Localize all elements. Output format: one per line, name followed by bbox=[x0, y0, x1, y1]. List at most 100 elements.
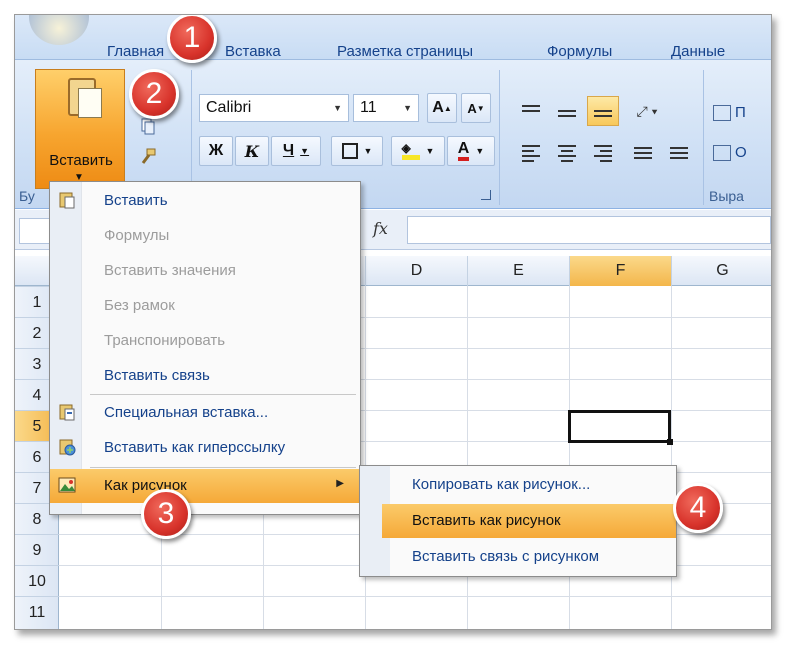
column-header-g[interactable]: G bbox=[671, 256, 771, 286]
menu-item-paste[interactable]: Вставить bbox=[50, 184, 360, 218]
grow-font-button[interactable]: A ▲ bbox=[427, 93, 457, 123]
picture-submenu: Копировать как рисунок... Вставить как р… bbox=[359, 465, 677, 577]
merge-button[interactable]: О bbox=[713, 144, 747, 162]
callout-4: 4 bbox=[673, 483, 723, 533]
row-header[interactable]: 9 bbox=[15, 534, 59, 565]
underline-label: Ч bbox=[282, 142, 295, 159]
italic-button[interactable]: К bbox=[235, 136, 269, 166]
submenu-item-label: Вставить как рисунок bbox=[412, 512, 561, 529]
shrink-font-label: A bbox=[467, 100, 477, 116]
tab-page-layout[interactable]: Разметка страницы bbox=[337, 43, 473, 60]
align-top-icon[interactable] bbox=[515, 96, 547, 126]
group-separator bbox=[499, 70, 500, 205]
menu-item-label: Вставить bbox=[104, 192, 168, 209]
borders-icon bbox=[341, 143, 358, 159]
column-header-d[interactable]: D bbox=[365, 256, 467, 286]
paste-button-label: Вставить bbox=[49, 152, 113, 169]
wrap-text-icon bbox=[713, 105, 731, 122]
submenu-item-paste-as-picture[interactable]: Вставить как рисунок bbox=[382, 504, 676, 538]
active-cell-f5[interactable] bbox=[568, 410, 673, 445]
align-right-icon[interactable] bbox=[587, 138, 619, 168]
borders-button[interactable]: ▼ bbox=[331, 136, 383, 166]
grow-font-label: A bbox=[432, 99, 444, 116]
align-center-icon[interactable] bbox=[551, 138, 583, 168]
align-left-icon[interactable] bbox=[515, 138, 547, 168]
picture-icon bbox=[58, 476, 76, 494]
font-name-box[interactable]: Calibri ▼ bbox=[199, 94, 349, 122]
menu-item-label: Транспонировать bbox=[104, 332, 226, 349]
row-header[interactable]: 10 bbox=[15, 565, 59, 596]
fill-color-button[interactable]: ◈ ▼ bbox=[391, 136, 445, 166]
bold-button[interactable]: Ж bbox=[199, 136, 233, 166]
italic-label: К bbox=[244, 141, 260, 161]
submenu-item-label: Вставить связь с рисунком bbox=[412, 548, 600, 565]
paste-button[interactable]: Вставить ▼ bbox=[35, 69, 125, 189]
chevron-down-icon: ▼ bbox=[333, 103, 342, 113]
tab-data[interactable]: Данные bbox=[671, 43, 725, 60]
paste-dropdown-menu: Вставить Формулы Вставить значения Без р… bbox=[49, 181, 361, 515]
menu-separator bbox=[90, 394, 356, 395]
decrease-indent-icon[interactable] bbox=[627, 138, 659, 168]
chevron-down-icon: ▼ bbox=[403, 103, 412, 113]
column-header-e[interactable]: E bbox=[467, 256, 569, 286]
row-header[interactable]: 11 bbox=[15, 596, 59, 627]
submenu-item-paste-picture-link[interactable]: Вставить связь с рисунком bbox=[382, 540, 676, 574]
menu-item-label: Вставить как гиперссылку bbox=[104, 439, 286, 456]
font-name-value: Calibri bbox=[206, 99, 252, 116]
office-button[interactable] bbox=[29, 15, 89, 45]
alignment-group-label: Выра bbox=[709, 188, 744, 204]
grid-line bbox=[671, 286, 672, 629]
menu-item-paste-link[interactable]: Вставить связь bbox=[50, 359, 360, 393]
paste-sheet-icon bbox=[78, 88, 102, 118]
group-separator bbox=[703, 70, 704, 205]
callout-3: 3 bbox=[141, 489, 191, 539]
menu-item-formulas: Формулы bbox=[50, 219, 360, 253]
wrap-text-label: П bbox=[735, 104, 746, 121]
font-size-box[interactable]: 11 ▼ bbox=[353, 94, 419, 122]
align-middle-icon[interactable] bbox=[551, 96, 583, 126]
clipboard-group-label: Бу bbox=[19, 188, 35, 204]
ribbon-tab-bar: Главная Вставка Разметка страницы Формул… bbox=[15, 15, 771, 60]
grid-line bbox=[365, 286, 366, 629]
wrap-text-button[interactable]: П bbox=[713, 104, 746, 122]
orientation-icon[interactable]: ⤢ ▾ bbox=[625, 96, 669, 126]
increase-indent-icon[interactable] bbox=[663, 138, 695, 168]
menu-item-paste-special[interactable]: Специальная вставка... bbox=[50, 396, 360, 430]
menu-item-label: Формулы bbox=[104, 227, 170, 244]
menu-item-paste-hyperlink[interactable]: Вставить как гиперссылку bbox=[50, 431, 360, 465]
font-color-button[interactable]: A ▼ bbox=[447, 136, 495, 166]
callout-2: 2 bbox=[129, 69, 179, 119]
menu-item-no-borders: Без рамок bbox=[50, 289, 360, 323]
callout-1: 1 bbox=[167, 15, 217, 63]
shrink-font-button[interactable]: A ▼ bbox=[461, 93, 491, 123]
formula-input[interactable] bbox=[407, 216, 771, 244]
dialog-launcher-icon[interactable] bbox=[481, 190, 491, 200]
submenu-item-label: Копировать как рисунок... bbox=[412, 476, 591, 493]
font-color-icon: A bbox=[457, 141, 470, 161]
tab-home[interactable]: Главная bbox=[107, 43, 164, 60]
paste-hyperlink-icon bbox=[58, 438, 76, 456]
column-header-f[interactable]: F bbox=[569, 256, 671, 286]
fx-icon[interactable]: fx bbox=[373, 219, 388, 238]
excel-window: Главная Вставка Разметка страницы Формул… bbox=[14, 14, 772, 630]
menu-item-label: Вставить связь bbox=[104, 367, 210, 384]
font-size-value: 11 bbox=[360, 99, 377, 116]
tab-insert[interactable]: Вставка bbox=[225, 43, 281, 60]
underline-button[interactable]: Ч ▼ bbox=[271, 136, 321, 166]
grid-line bbox=[569, 286, 570, 629]
cut-icon[interactable] bbox=[137, 116, 159, 136]
menu-item-paste-values: Вставить значения bbox=[50, 254, 360, 288]
format-painter-icon[interactable] bbox=[137, 146, 159, 166]
menu-item-label: Без рамок bbox=[104, 297, 175, 314]
bold-label: Ж bbox=[208, 142, 224, 159]
menu-item-as-picture[interactable]: Как рисунок ▶ bbox=[50, 469, 360, 503]
tab-formulas[interactable]: Формулы bbox=[547, 43, 612, 60]
submenu-item-copy-as-picture[interactable]: Копировать как рисунок... bbox=[382, 468, 676, 502]
align-bottom-icon[interactable] bbox=[587, 96, 619, 126]
submenu-arrow-icon: ▶ bbox=[336, 478, 344, 489]
grid-line bbox=[467, 286, 468, 629]
menu-item-label: Специальная вставка... bbox=[104, 404, 269, 421]
menu-separator bbox=[90, 467, 356, 468]
menu-item-transpose: Транспонировать bbox=[50, 324, 360, 358]
merge-icon bbox=[713, 145, 731, 162]
